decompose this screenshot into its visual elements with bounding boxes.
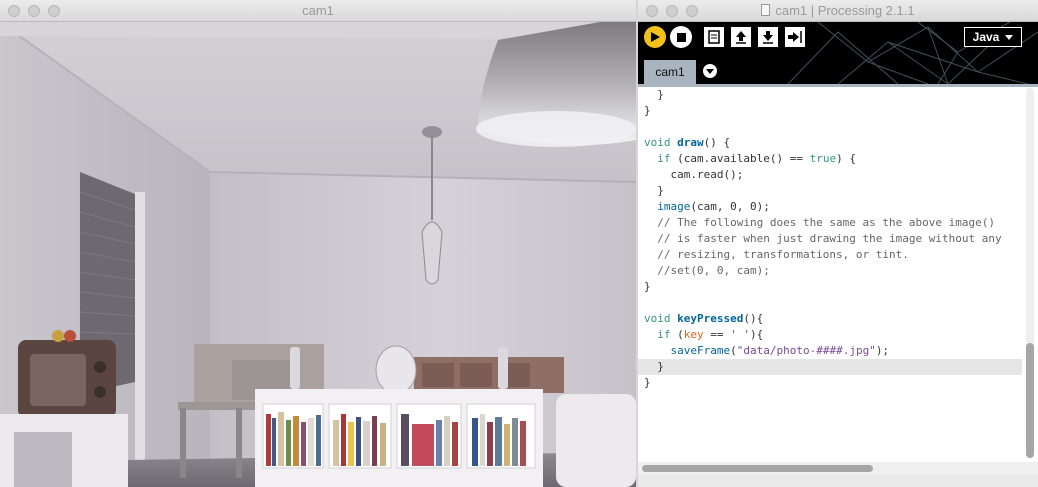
run-button[interactable]	[644, 26, 666, 48]
document-icon	[761, 4, 771, 16]
code-line[interactable]: }	[644, 375, 1022, 391]
code-line[interactable]: cam.read();	[644, 167, 1022, 183]
code-token: true	[809, 152, 837, 165]
ide-window-titlebar[interactable]: cam1 | Processing 2.1.1	[638, 0, 1038, 22]
horizontal-scrollbar-thumb[interactable]	[642, 465, 873, 472]
code-line[interactable]: //set(0, 0, cam);	[644, 263, 1022, 279]
code-line[interactable]: void draw() {	[644, 135, 1022, 151]
processing-ide-window: cam1 | Processing 2.1.1 Java cam1}} vo…	[638, 0, 1038, 487]
code-token: void	[644, 136, 671, 149]
code-token: image	[657, 200, 691, 213]
code-line[interactable]: if (key == ' '){	[644, 327, 1022, 343]
code-line[interactable]: if (cam.available() == true) {	[644, 151, 1022, 167]
camera-window-titlebar[interactable]: cam1	[0, 0, 636, 22]
code-line[interactable]: }	[644, 103, 1022, 119]
code-line[interactable]: saveFrame("data/photo-####.jpg");	[644, 343, 1022, 359]
code-line[interactable]: void keyPressed(){	[644, 311, 1022, 327]
play-icon	[651, 32, 660, 42]
code-token: (cam.available() ==	[670, 152, 810, 165]
code-token: (){	[743, 312, 764, 325]
code-token: );	[875, 344, 890, 357]
tab-menu-chevron-icon	[706, 68, 714, 74]
code-token: (	[730, 344, 737, 357]
new-file-icon	[708, 30, 720, 44]
code-token: }	[644, 184, 664, 197]
code-token: //set(0, 0, cam);	[644, 264, 770, 277]
save-sketch-button[interactable]	[758, 27, 778, 47]
open-sketch-button[interactable]	[731, 27, 751, 47]
export-arrow-icon	[788, 31, 802, 43]
code-line[interactable]	[644, 295, 1022, 311]
code-line[interactable]: // is faster when just drawing the image…	[644, 231, 1022, 247]
ide-window-title: cam1 | Processing 2.1.1	[638, 3, 1038, 18]
code-token: "data/photo-####.jpg"	[736, 344, 876, 357]
code-token: // The following does the same as the ab…	[644, 216, 995, 229]
export-button[interactable]	[785, 27, 805, 47]
code-token: // resizing, transformations, or tint.	[644, 248, 909, 261]
stop-button[interactable]	[670, 26, 692, 48]
upload-arrow-icon	[736, 31, 746, 44]
tab-menu-button[interactable]	[703, 64, 717, 78]
code-token: ==	[703, 328, 731, 341]
code-token: keyPressed	[677, 312, 744, 325]
camera-window: cam1	[0, 0, 636, 487]
code-line[interactable]: image(cam, 0, 0);	[644, 199, 1022, 215]
code-line[interactable]: }	[644, 87, 1022, 103]
code-token: }	[644, 88, 664, 101]
tab-cam1[interactable]: cam1	[644, 60, 696, 84]
code-token: key	[683, 328, 704, 341]
code-token: void	[644, 312, 671, 325]
code-token: cam.read();	[644, 168, 744, 181]
code-token: if	[657, 152, 671, 165]
camera-window-title: cam1	[302, 3, 334, 18]
code-token: draw	[677, 136, 704, 149]
code-line[interactable]: }	[644, 279, 1022, 295]
ide-window-title-text: cam1 | Processing 2.1.1	[775, 3, 915, 18]
editor-status-bar	[638, 474, 1038, 487]
mode-selector[interactable]: Java	[964, 27, 1022, 47]
code-token: ) {	[836, 152, 856, 165]
code-token: ){	[750, 328, 764, 341]
code-token: (	[670, 328, 684, 341]
code-token: }	[644, 280, 651, 293]
code-line[interactable]: // The following does the same as the ab…	[644, 215, 1022, 231]
code-line[interactable]: }	[638, 359, 1022, 375]
code-line[interactable]: // resizing, transformations, or tint.	[644, 247, 1022, 263]
stop-icon	[676, 32, 686, 42]
code-token: ' '	[730, 328, 750, 341]
tab-label: cam1	[655, 65, 685, 79]
code-token: () {	[703, 136, 731, 149]
code-text[interactable]: }} void draw() { if (cam.available() == t…	[638, 87, 1022, 391]
download-arrow-icon	[763, 31, 773, 44]
code-token: if	[657, 328, 671, 341]
code-token: }	[644, 360, 664, 373]
ide-toolbar: Java cam1	[638, 22, 1038, 84]
code-line[interactable]: }	[644, 183, 1022, 199]
code-token: saveFrame	[670, 344, 731, 357]
chevron-down-icon	[1005, 34, 1014, 40]
code-token: (cam, 0, 0);	[690, 200, 770, 213]
code-token: }	[644, 376, 651, 389]
new-sketch-button[interactable]	[704, 27, 724, 47]
code-editor[interactable]: }} void draw() { if (cam.available() == t…	[638, 84, 1038, 462]
code-token: }	[644, 104, 651, 117]
code-line[interactable]	[644, 119, 1022, 135]
vertical-scrollbar-thumb[interactable]	[1026, 343, 1034, 458]
camera-frame-image	[0, 22, 636, 487]
camera-feed	[0, 22, 636, 487]
code-token: // is faster when just drawing the image…	[644, 232, 1002, 245]
mode-selector-label: Java	[972, 30, 1000, 44]
